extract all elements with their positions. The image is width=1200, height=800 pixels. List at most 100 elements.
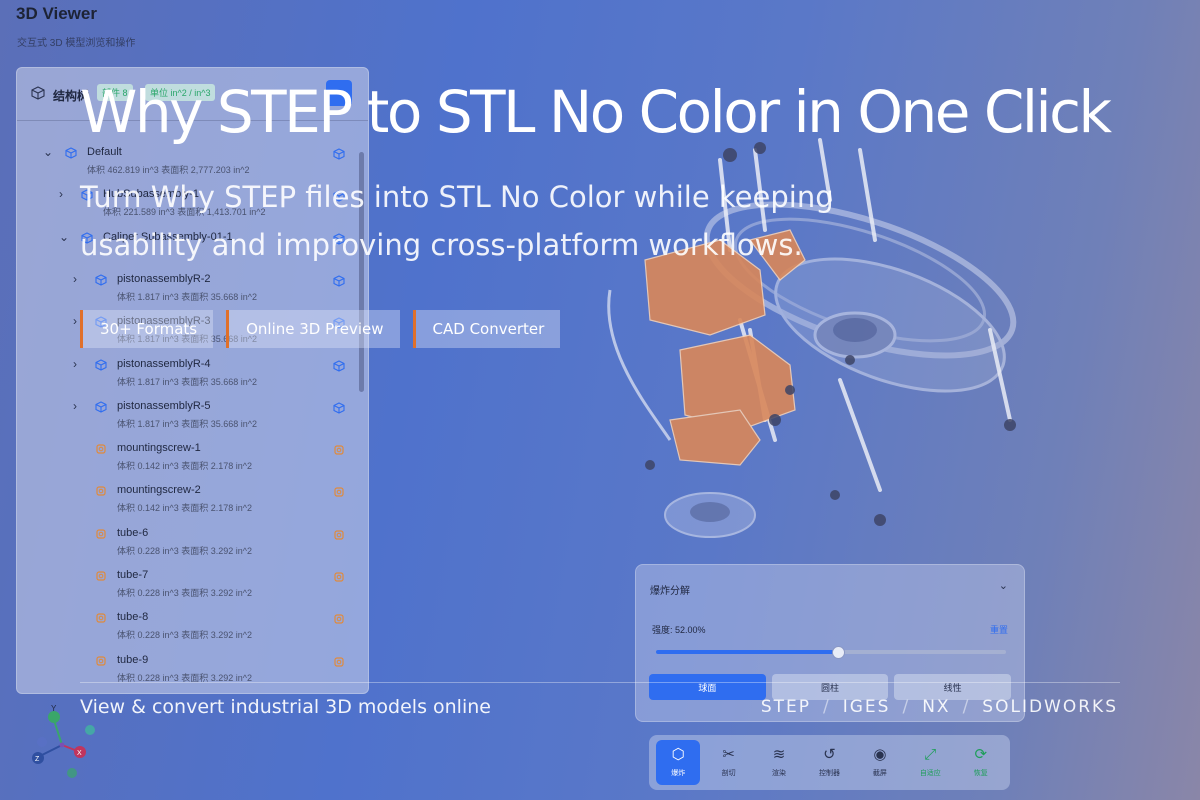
reset-link[interactable]: 重置	[990, 623, 1008, 636]
tree-row[interactable]: mountingscrew-2 体积 0.142 in^3 表面积 2.178 i…	[17, 479, 357, 519]
format-solidworks: SOLIDWORKS	[982, 697, 1118, 717]
tree-row-meta: 体积 0.142 in^3 表面积 2.178 in^2	[117, 503, 253, 514]
format-iges: IGES	[842, 697, 891, 717]
assembly-icon	[95, 400, 107, 413]
tree-row-meta: 体积 0.228 in^3 表面积 3.292 in^2	[117, 630, 253, 641]
chevron-right-icon[interactable]: ›	[73, 399, 77, 413]
tree-row-name: mountingscrew-1	[117, 442, 201, 455]
toolbar-button[interactable]: ◉ 截屏	[858, 740, 902, 785]
tree-row[interactable]: › pistonassemblyR-4 体积 1.817 in^3 表面积 35.6…	[17, 353, 357, 393]
part-icon	[95, 569, 107, 581]
explode-panel-title: 爆炸分解	[650, 586, 690, 597]
footer-tagline: View & convert industrial 3D models onli…	[80, 696, 491, 718]
tree-row[interactable]: › pistonassemblyR-2 体积 1.817 in^3 表面积 35.6…	[17, 268, 357, 308]
toolbar-button[interactable]: ⬡ 爆炸	[656, 740, 701, 785]
axis-x-label: X	[77, 750, 82, 757]
supported-formats: STEP / IGES / NX / SOLIDWORKS	[761, 697, 1118, 717]
part-icon[interactable]	[333, 528, 344, 540]
toolbar-button[interactable]: ⟳ 恢复	[959, 740, 1003, 785]
tree-row-name: tube-6	[117, 526, 149, 539]
rotate-icon: ↺	[823, 746, 836, 763]
viewer-toolbar: ⬡ 爆炸 ✂ 剖切 ≋ 渲染 ↺ 控制器 ◉ 截屏 ⤢ 自适应 ⟳ 恢复	[649, 735, 1010, 790]
tree-row-name: mountingscrew-2	[117, 484, 201, 497]
tree-row-name: tube-9	[117, 653, 149, 666]
toolbar-button-label: 控制器	[818, 770, 840, 777]
refresh-icon: ⟳	[974, 746, 988, 763]
part-icon[interactable]	[333, 612, 344, 624]
part-icon	[95, 442, 107, 454]
toolbar-button[interactable]: ✂ 剖切	[707, 740, 751, 785]
chevron-right-icon[interactable]: ›	[73, 314, 77, 328]
slider-thumb[interactable]	[832, 646, 845, 659]
scissors-icon: ✂	[722, 746, 735, 763]
tree-row[interactable]: tube-8 体积 0.228 in^3 表面积 3.292 in^2	[17, 606, 357, 646]
assembly-icon[interactable]	[333, 274, 345, 287]
chevron-right-icon[interactable]: ›	[73, 272, 77, 286]
layers-icon: ≋	[772, 746, 786, 763]
format-separator: /	[902, 697, 911, 717]
feature-tags: 30+ Formats Online 3D Preview CAD Conver…	[80, 310, 561, 348]
tree-row[interactable]: › pistonassemblyR-5 体积 1.817 in^3 表面积 35.6…	[17, 395, 357, 435]
toolbar-button[interactable]: ↺ 控制器	[807, 740, 851, 785]
explode-strength-slider[interactable]	[656, 646, 1006, 659]
toolbar-button[interactable]: ⤢ 自适应	[908, 740, 952, 785]
toolbar-button-label: 截屏	[872, 770, 887, 777]
explode-strength-label: 强度: 52.00%	[652, 625, 706, 635]
format-separator: /	[822, 697, 831, 717]
tree-row-name: pistonassemblyR-5	[117, 399, 211, 412]
tree-row[interactable]: mountingscrew-1 体积 0.142 in^3 表面积 2.178 i…	[17, 437, 357, 477]
chevron-right-icon[interactable]: ›	[59, 187, 63, 201]
assembly-icon	[65, 146, 77, 159]
assembly-icon[interactable]	[333, 147, 345, 160]
chevron-down-icon[interactable]: ⌄	[999, 579, 1008, 592]
toolbar-button[interactable]: ≋ 渲染	[757, 740, 801, 785]
axis-z-label: Z	[35, 756, 40, 763]
assembly-icon	[95, 273, 107, 286]
part-icon[interactable]	[333, 655, 344, 667]
part-icon	[95, 527, 107, 539]
tree-row-meta: 体积 0.228 in^3 表面积 3.292 in^2	[117, 545, 253, 556]
tree-row-name: tube-8	[117, 611, 149, 624]
tree-row-meta: 体积 1.817 in^3 表面积 35.668 in^2	[117, 291, 258, 302]
subheadline: Turn Why STEP files into STL No Color wh…	[80, 180, 834, 262]
part-icon	[95, 611, 107, 623]
tree-row-meta: 体积 0.142 in^3 表面积 2.178 in^2	[117, 461, 253, 472]
structure-tree-panel: 结构树 部件 8 单位 in^2 / in^3 ⌄ Default 体积 462.8…	[16, 67, 369, 694]
tree-row-name: tube-7	[117, 569, 149, 581]
tag-formats: 30+ Formats	[80, 310, 214, 348]
chevron-down-icon[interactable]: ⌄	[59, 230, 69, 244]
tree-row-name: pistonassemblyR-2	[117, 272, 211, 285]
tree-row[interactable]: tube-6 体积 0.228 in^3 表面积 3.292 in^2	[17, 522, 357, 562]
assembly-icon[interactable]	[333, 359, 345, 372]
explode-mode-button[interactable]: 球面	[649, 674, 766, 700]
format-separator: /	[962, 697, 971, 717]
tree-row-name: pistonassemblyR-4	[117, 357, 211, 370]
app-title: 3D Viewer	[16, 4, 97, 23]
slider-fill	[656, 650, 838, 654]
toolbar-button-label: 渲染	[772, 770, 787, 777]
part-icon[interactable]	[333, 485, 344, 497]
expand-icon: ⤢	[924, 746, 937, 763]
format-step: STEP	[760, 697, 811, 717]
tree-row-meta: 体积 0.228 in^3 表面积 3.292 in^2	[117, 588, 253, 598]
cube-icon	[31, 86, 45, 100]
assembly-icon[interactable]	[333, 401, 345, 414]
axis-y-label: Y	[51, 704, 57, 713]
tree-row[interactable]: tube-7 体积 0.228 in^3 表面积 3.292 in^2	[17, 564, 357, 604]
chevron-down-icon[interactable]: ⌄	[43, 145, 53, 159]
app-subtitle: 交互式 3D 模型浏览和操作	[17, 38, 136, 49]
part-icon[interactable]	[333, 570, 344, 582]
chevron-right-icon[interactable]: ›	[73, 357, 77, 371]
toolbar-button-label: 恢复	[973, 770, 988, 777]
camera-icon: ◉	[873, 746, 887, 763]
tree-row-meta: 体积 1.817 in^3 表面积 35.668 in^2	[117, 376, 258, 387]
part-icon	[95, 654, 107, 666]
footer-divider	[80, 682, 1120, 683]
cube-icon: ⬡	[671, 746, 685, 763]
toolbar-button-label: 自适应	[919, 770, 941, 777]
format-nx: NX	[922, 697, 951, 717]
tree-row-name: Default	[87, 146, 122, 158]
part-icon[interactable]	[333, 443, 344, 455]
tree-row-meta: 体积 1.817 in^3 表面积 35.668 in^2	[117, 418, 258, 429]
tag-cad-converter: CAD Converter	[412, 310, 561, 348]
